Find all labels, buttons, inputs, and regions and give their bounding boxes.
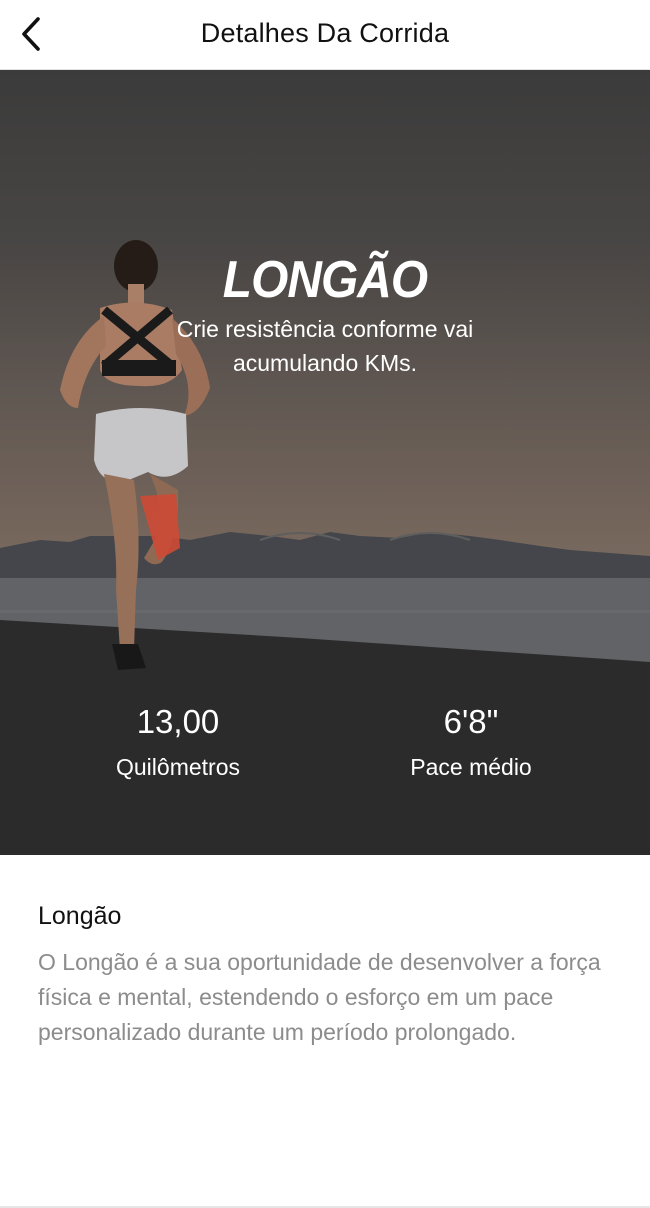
pace-label: Pace médio [410, 754, 532, 780]
page-title: Detalhes Da Corrida [200, 18, 450, 48]
pace-value: 6'8" [443, 703, 499, 740]
pace-stat: 6'8" Pace médio [351, 702, 591, 781]
workout-description: Longão O Longão é a sua oportunidade de … [38, 902, 618, 1050]
workout-subtitle: Crie resistência conforme vai acumulando… [176, 316, 474, 376]
description-body: O Longão é a sua oportunidade de desenvo… [38, 949, 601, 1045]
workout-title: LONGÃO [222, 251, 428, 309]
hero-banner: LONGÃO Crie resistência conforme vai acu… [0, 70, 650, 855]
description-title: Longão [38, 902, 122, 930]
distance-value: 13,00 [136, 703, 220, 740]
distance-stat: 13,00 Quilômetros [58, 702, 298, 781]
navigation-bar: Detalhes Da Corrida [0, 0, 650, 70]
distance-label: Quilômetros [116, 754, 240, 780]
